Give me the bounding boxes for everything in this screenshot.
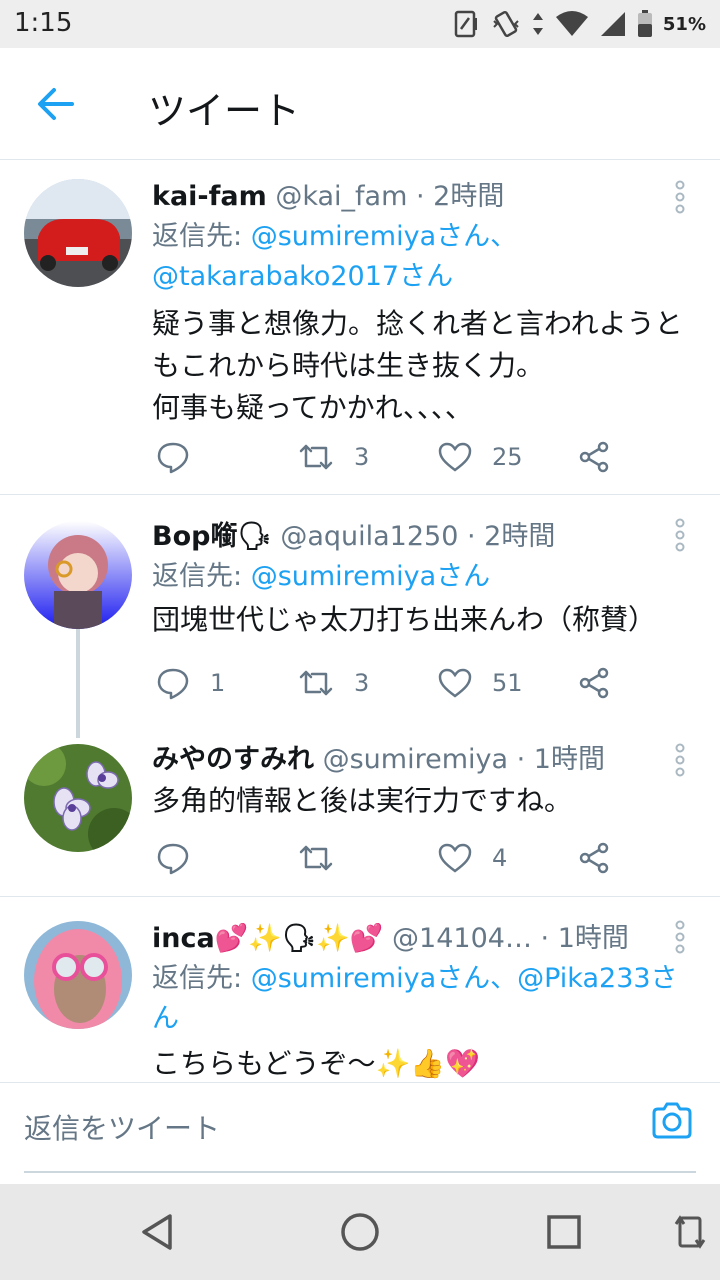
retweet-count: 3 xyxy=(354,669,370,697)
reply-button[interactable]: 1 xyxy=(156,661,225,705)
user-handle[interactable]: @kai_fam xyxy=(275,181,407,212)
avatar[interactable] xyxy=(24,744,132,852)
tweet-actions: 4 xyxy=(152,836,632,880)
reply-button[interactable] xyxy=(156,836,210,880)
nav-back-icon[interactable] xyxy=(136,1210,180,1254)
reply-input[interactable]: 返信をツイート xyxy=(24,1103,634,1155)
like-count: 51 xyxy=(492,669,523,697)
tweet-text: 多角的情報と後は実行力ですね。 xyxy=(152,784,573,817)
tweet-header: inca💕✨🗣✨💕 @14104… · 1時間 xyxy=(152,919,660,959)
tweet-inca[interactable]: inca💕✨🗣✨💕 @14104… · 1時間 返信先: @sumiremiya… xyxy=(0,897,720,1082)
like-button[interactable]: 51 xyxy=(438,661,523,705)
avatar[interactable] xyxy=(24,921,132,1029)
reply-icon xyxy=(157,668,189,700)
back-arrow-icon[interactable] xyxy=(36,86,76,122)
tweet-time: · 1時間 xyxy=(540,923,629,954)
tweet-bop[interactable]: Bop㘅🗣 @aquila1250 · 2時間 返信先: @sumiremiya… xyxy=(0,495,720,721)
camera-icon[interactable] xyxy=(650,1099,694,1143)
system-nav-bar xyxy=(0,1184,720,1280)
retweet-icon xyxy=(299,845,333,871)
data-arrows-icon xyxy=(532,13,543,35)
more-options-icon[interactable] xyxy=(672,742,688,778)
share-icon xyxy=(579,667,609,699)
reply-composer: 返信をツイート xyxy=(0,1082,720,1184)
retweet-button[interactable]: 3 xyxy=(298,435,369,479)
reply-icon xyxy=(157,442,189,474)
tweet-text: 疑う事と想像力。捻くれ者と言われようともこれから時代は生き抜く力。 何事も疑って… xyxy=(152,307,683,424)
display-name[interactable]: inca💕✨🗣✨💕 xyxy=(152,923,383,954)
tweet-time: · 2時間 xyxy=(416,181,505,212)
share-icon xyxy=(579,842,609,874)
display-name[interactable]: kai-fam xyxy=(152,181,267,212)
tweet-text: こちらもどうぞ〜✨👍💖 xyxy=(152,1047,481,1080)
status-bar: 1:15 51% xyxy=(0,0,720,48)
heart-icon xyxy=(438,668,472,698)
nav-recents-icon[interactable] xyxy=(542,1210,586,1254)
tweet-sumiremiya[interactable]: みやのすみれ @sumiremiya · 1時間 多角的情報と後は実行力ですね。… xyxy=(0,722,720,896)
user-handle[interactable]: @sumiremiya xyxy=(323,744,508,775)
reply-icon xyxy=(157,843,189,875)
share-button[interactable] xyxy=(578,661,610,705)
retweet-button[interactable] xyxy=(298,836,354,880)
tweet-text: 団塊世代じゃ太刀打ち出来んわ（称賛） xyxy=(152,603,657,636)
avatar[interactable] xyxy=(24,521,132,629)
tweet-time: · 2時間 xyxy=(466,521,556,552)
like-count: 4 xyxy=(492,844,508,872)
reply-mentions[interactable]: @sumiremiyaさん xyxy=(251,561,490,592)
share-icon xyxy=(579,441,609,473)
tweet-actions: 1 3 51 xyxy=(152,661,632,705)
input-underline xyxy=(24,1171,696,1173)
more-options-icon[interactable] xyxy=(672,919,688,955)
retweet-icon xyxy=(299,670,333,696)
avatar[interactable] xyxy=(24,179,132,287)
retweet-button[interactable]: 3 xyxy=(298,661,369,705)
tweet-time: · 1時間 xyxy=(516,744,605,775)
reply-count: 1 xyxy=(210,669,226,697)
tweet-kai-fam[interactable]: kai-fam @kai_fam · 2時間 返信先: @sumiremiyaさ… xyxy=(0,161,720,494)
status-icons: 51% xyxy=(451,8,706,40)
like-button[interactable]: 4 xyxy=(438,836,507,880)
like-count: 25 xyxy=(492,443,523,471)
status-time: 1:15 xyxy=(14,8,73,38)
user-handle[interactable]: @aquila1250 xyxy=(280,521,458,552)
vibrate-icon xyxy=(493,10,519,38)
like-button[interactable]: 25 xyxy=(438,435,523,479)
tweet-actions: 3 25 xyxy=(152,435,632,479)
user-handle[interactable]: @14104… xyxy=(392,923,532,954)
reply-to: 返信先: @sumiremiyaさん、 @takarabako2017さん xyxy=(152,217,696,297)
page-title: ツイート xyxy=(148,89,301,133)
wifi-icon xyxy=(555,11,588,36)
reply-prefix: 返信先: xyxy=(152,561,251,592)
display-name[interactable]: Bop㘅🗣 xyxy=(152,521,272,552)
rotate-icon[interactable] xyxy=(672,1210,708,1254)
share-button[interactable] xyxy=(578,435,610,479)
nfc-icon xyxy=(454,10,477,38)
battery-percent: 51% xyxy=(662,13,706,35)
reply-to: 返信先: @sumiremiyaさん xyxy=(152,557,696,597)
retweet-icon xyxy=(299,444,333,470)
tweet-header: Bop㘅🗣 @aquila1250 · 2時間 xyxy=(152,517,696,557)
heart-icon xyxy=(438,442,472,472)
nav-home-icon[interactable] xyxy=(338,1210,382,1254)
app-bar: ツイート xyxy=(0,48,720,160)
heart-icon xyxy=(438,843,472,873)
display-name[interactable]: みやのすみれ xyxy=(152,744,314,775)
reply-to: 返信先: @sumiremiyaさん、@Pika233さん xyxy=(152,959,696,1039)
reply-prefix: 返信先: xyxy=(152,963,251,994)
tweet-header: みやのすみれ @sumiremiya · 1時間 xyxy=(152,740,696,780)
more-options-icon[interactable] xyxy=(672,517,688,553)
share-button[interactable] xyxy=(578,836,610,880)
signal-icon xyxy=(600,12,625,36)
retweet-count: 3 xyxy=(354,443,370,471)
more-options-icon[interactable] xyxy=(672,179,688,215)
tweet-header: kai-fam @kai_fam · 2時間 xyxy=(152,177,696,217)
battery-icon xyxy=(637,10,652,37)
reply-button[interactable] xyxy=(156,435,210,479)
reply-prefix: 返信先: xyxy=(152,221,251,252)
